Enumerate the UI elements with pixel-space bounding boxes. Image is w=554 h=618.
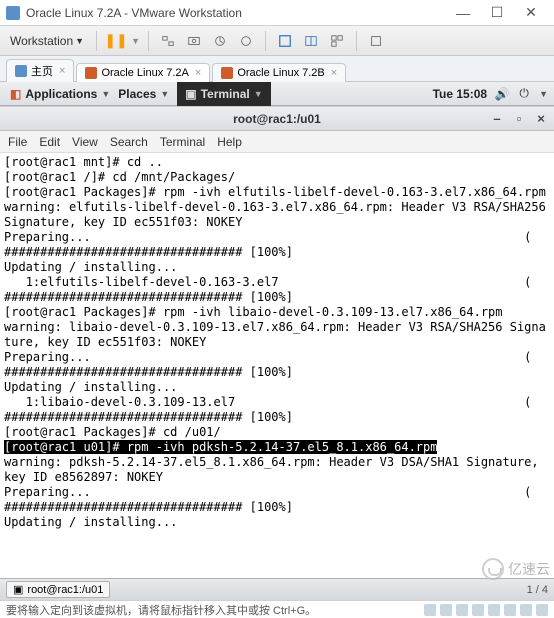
tab-label: Oracle Linux 7.2B	[237, 67, 324, 79]
maximize-button[interactable]: ☐	[480, 2, 514, 24]
vmware-tabs: 主页 × Oracle Linux 7.2A × Oracle Linux 7.…	[0, 56, 554, 82]
menu-file[interactable]: File	[8, 135, 27, 149]
window-title: Oracle Linux 7.2A - VMware Workstation	[26, 6, 446, 20]
device-icon[interactable]	[440, 604, 452, 616]
menu-terminal[interactable]: Terminal	[160, 135, 205, 149]
chevron-down-icon[interactable]: ▼	[131, 36, 140, 46]
device-icon[interactable]	[536, 604, 548, 616]
gnome-taskbar: ▣ root@rac1:/u01 1 / 4	[0, 578, 554, 600]
chevron-down-icon: ▼	[75, 36, 84, 46]
watermark-text: 亿速云	[508, 559, 550, 579]
device-icon[interactable]	[456, 604, 468, 616]
vmware-icon	[6, 6, 20, 20]
status-text: 要将输入定向到该虚拟机，请将鼠标指针移入其中或按 Ctrl+G。	[6, 602, 316, 618]
workspace-pager[interactable]: 1 / 4	[527, 584, 548, 596]
tab-label: 主页	[31, 63, 53, 79]
watermark-logo-icon	[482, 558, 504, 580]
vmware-statusbar: 要将输入定向到该虚拟机，请将鼠标指针移入其中或按 Ctrl+G。	[0, 600, 554, 618]
workstation-menu[interactable]: Workstation ▼	[6, 32, 88, 50]
applications-label: Applications	[25, 87, 97, 101]
unity-button[interactable]	[300, 30, 322, 52]
vm-icon	[221, 67, 233, 79]
terminal-label: Terminal	[201, 87, 250, 101]
terminal-minimize-button[interactable]: –	[490, 112, 504, 126]
revert-button[interactable]	[235, 30, 257, 52]
stretch-button[interactable]	[365, 30, 387, 52]
fullscreen-button[interactable]	[274, 30, 296, 52]
taskbar-label: root@rac1:/u01	[27, 584, 103, 596]
pause-button[interactable]: ❚❚	[105, 30, 127, 52]
chevron-down-icon: ▼	[101, 89, 110, 99]
gnome-topbar: ◧ Applications ▼ Places ▼ ▣ Terminal ▼ T…	[0, 82, 554, 106]
applications-menu[interactable]: ◧ Applications ▼	[6, 87, 114, 101]
chevron-down-icon: ▼	[254, 89, 263, 99]
device-icon[interactable]	[520, 604, 532, 616]
separator	[356, 31, 357, 51]
workstation-menu-label: Workstation	[10, 34, 73, 48]
device-icons	[424, 604, 548, 616]
taskbar-terminal-item[interactable]: ▣ root@rac1:/u01	[6, 581, 110, 598]
close-button[interactable]: ✕	[514, 2, 548, 24]
terminal-menubar: File Edit View Search Terminal Help	[0, 131, 554, 153]
menu-search[interactable]: Search	[110, 135, 148, 149]
terminal-app-menu[interactable]: ▣ Terminal ▼	[177, 82, 270, 106]
terminal-body[interactable]: [root@rac1 mnt]# cd ..[root@rac1 /]# cd …	[0, 153, 554, 563]
close-tab-icon[interactable]: ×	[59, 65, 65, 77]
terminal-close-button[interactable]: ×	[534, 112, 548, 126]
terminal-maximize-button[interactable]: ▫	[512, 112, 526, 126]
device-icon[interactable]	[472, 604, 484, 616]
chevron-down-icon: ▼	[160, 89, 169, 99]
terminal-window: root@rac1:/u01 – ▫ × File Edit View Sear…	[0, 106, 554, 578]
power-icon[interactable]: ⏻	[517, 87, 531, 101]
device-icon[interactable]	[488, 604, 500, 616]
menu-view[interactable]: View	[72, 135, 98, 149]
tab-vm-b[interactable]: Oracle Linux 7.2B ×	[212, 63, 346, 82]
tab-home[interactable]: 主页 ×	[6, 59, 74, 82]
thumbnail-button[interactable]	[326, 30, 348, 52]
terminal-icon: ▣	[13, 583, 23, 596]
menu-help[interactable]: Help	[217, 135, 242, 149]
volume-icon[interactable]: 🔊	[495, 87, 509, 101]
minimize-button[interactable]: —	[446, 2, 480, 24]
separator	[96, 31, 97, 51]
terminal-titlebar[interactable]: root@rac1:/u01 – ▫ ×	[0, 107, 554, 131]
menu-edit[interactable]: Edit	[39, 135, 60, 149]
watermark: 亿速云	[482, 558, 550, 580]
send-ctrlaltdel-button[interactable]	[157, 30, 179, 52]
device-icon[interactable]	[504, 604, 516, 616]
device-icon[interactable]	[424, 604, 436, 616]
close-tab-icon[interactable]: ×	[195, 67, 201, 79]
snapshot-manager-button[interactable]	[209, 30, 231, 52]
separator	[265, 31, 266, 51]
vmware-toolbar: Workstation ▼ ❚❚ ▼	[0, 26, 554, 56]
places-label: Places	[118, 87, 156, 101]
tab-vm-a[interactable]: Oracle Linux 7.2A ×	[76, 63, 210, 82]
windows-titlebar: Oracle Linux 7.2A - VMware Workstation —…	[0, 0, 554, 26]
snapshot-button[interactable]	[183, 30, 205, 52]
terminal-title: root@rac1:/u01	[233, 112, 321, 126]
clock[interactable]: Tue 15:08	[433, 87, 487, 101]
close-tab-icon[interactable]: ×	[331, 67, 337, 79]
tab-label: Oracle Linux 7.2A	[101, 67, 188, 79]
terminal-icon: ▣	[185, 87, 196, 101]
places-menu[interactable]: Places ▼	[114, 87, 173, 101]
vm-icon	[85, 67, 97, 79]
home-icon	[15, 65, 27, 77]
separator	[148, 31, 149, 51]
chevron-down-icon[interactable]: ▼	[539, 89, 548, 99]
